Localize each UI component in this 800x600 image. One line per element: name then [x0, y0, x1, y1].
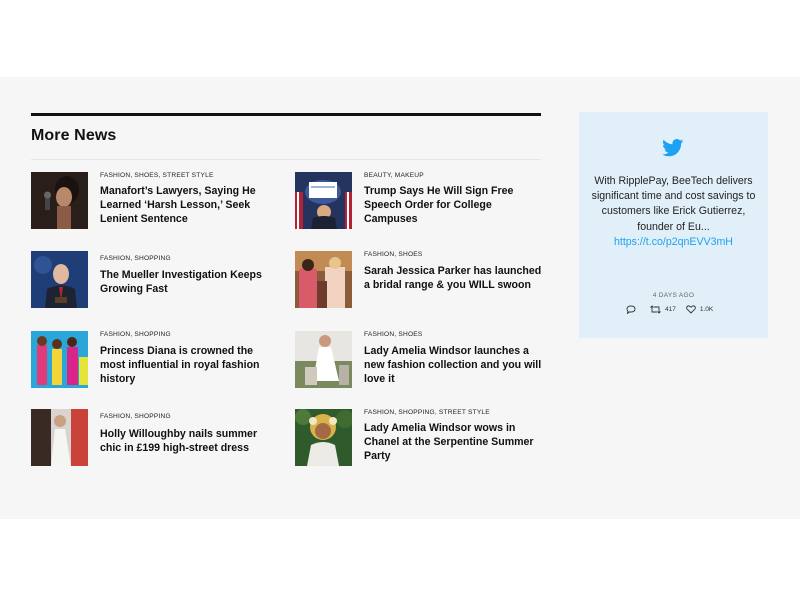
retweet-count: 417 — [665, 305, 676, 313]
tweet-text: With RipplePay, BeeTech delivers signifi… — [589, 174, 758, 250]
more-news-section: More News — [31, 113, 541, 160]
article-headline[interactable]: Manafort’s Lawyers, Saying He Learned ‘H… — [100, 184, 278, 226]
tweet-timestamp[interactable]: 4 DAYS AGO — [579, 292, 768, 299]
article-category[interactable]: FASHION, SHOES — [364, 331, 423, 338]
article-category[interactable]: FASHION, SHOES — [364, 251, 423, 258]
article-card[interactable]: FASHION, SHOES Sarah Jessica Parker has … — [295, 251, 545, 311]
article-category[interactable]: FASHION, SHOPPING — [100, 255, 171, 262]
article-thumbnail[interactable] — [31, 172, 88, 229]
like-button[interactable]: 1.0K — [686, 304, 714, 314]
article-thumbnail[interactable] — [295, 331, 352, 388]
tweet-actions: 417 1.0K — [626, 304, 723, 314]
article-thumbnail[interactable] — [31, 331, 88, 388]
twitter-widget: With RipplePay, BeeTech delivers signifi… — [579, 112, 768, 338]
article-headline[interactable]: Lady Amelia Windsor launches a new fashi… — [364, 344, 542, 386]
article-thumbnail[interactable] — [295, 251, 352, 308]
article-card[interactable]: FASHION, SHOPPING Princess Diana is crow… — [31, 331, 281, 391]
heart-icon — [686, 304, 696, 314]
article-category[interactable]: FASHION, SHOPPING — [100, 413, 171, 420]
article-thumbnail[interactable] — [31, 409, 88, 466]
article-card[interactable]: FASHION, SHOPPING The Mueller Investigat… — [31, 251, 281, 311]
article-headline[interactable]: Holly Willoughby nails summer chic in £1… — [100, 427, 278, 455]
reply-icon — [626, 305, 636, 314]
twitter-bird-icon[interactable] — [662, 139, 684, 157]
article-thumbnail[interactable] — [31, 251, 88, 308]
article-headline[interactable]: Sarah Jessica Parker has launched a brid… — [364, 264, 542, 292]
article-headline[interactable]: Princess Diana is crowned the most influ… — [100, 344, 278, 386]
article-thumbnail[interactable] — [295, 172, 352, 229]
article-category[interactable]: FASHION, SHOPPING — [100, 331, 171, 338]
article-card[interactable]: FASHION, SHOES, STREET STYLE Manafort’s … — [31, 172, 281, 232]
article-headline[interactable]: The Mueller Investigation Keeps Growing … — [100, 268, 278, 296]
article-category[interactable]: BEAUTY, MAKEUP — [364, 172, 424, 179]
tweet-body: With RipplePay, BeeTech delivers signifi… — [591, 175, 756, 233]
retweet-button[interactable]: 417 — [650, 304, 676, 314]
tweet-link[interactable]: https://t.co/p2qnEVV3mH — [589, 235, 758, 250]
retweet-icon — [650, 304, 661, 314]
article-headline[interactable]: Lady Amelia Windsor wows in Chanel at th… — [364, 421, 542, 463]
article-card[interactable]: FASHION, SHOPPING, STREET STYLE Lady Ame… — [295, 409, 545, 469]
article-card[interactable]: FASHION, SHOPPING Holly Willoughby nails… — [31, 409, 281, 469]
like-count: 1.0K — [699, 305, 714, 313]
article-headline[interactable]: Trump Says He Will Sign Free Speech Orde… — [364, 184, 542, 226]
section-divider — [31, 159, 541, 160]
article-category[interactable]: FASHION, SHOES, STREET STYLE — [100, 172, 214, 179]
article-thumbnail[interactable] — [295, 409, 352, 466]
article-category[interactable]: FASHION, SHOPPING, STREET STYLE — [364, 409, 490, 416]
article-card[interactable]: BEAUTY, MAKEUP Trump Says He Will Sign F… — [295, 172, 545, 232]
reply-button[interactable] — [626, 305, 640, 314]
article-card[interactable]: FASHION, SHOES Lady Amelia Windsor launc… — [295, 331, 545, 391]
section-top-rule — [31, 113, 541, 116]
section-title: More News — [31, 127, 117, 144]
